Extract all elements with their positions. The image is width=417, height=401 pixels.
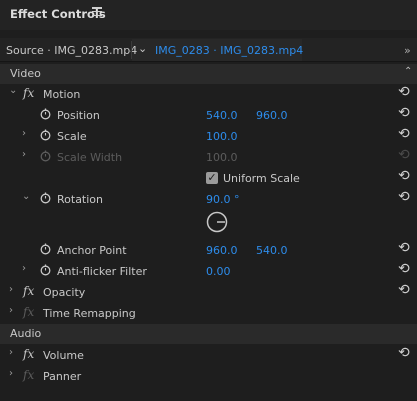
anchor-point-x-value[interactable]: 960.0 <box>206 244 238 257</box>
reset-icon[interactable]: ⟲ <box>398 189 410 205</box>
uniform-scale-checkbox[interactable]: ✓ <box>206 172 218 184</box>
stopwatch-icon[interactable] <box>40 192 51 204</box>
stopwatch-icon[interactable] <box>40 129 51 141</box>
video-section-header <box>0 64 417 84</box>
reset-icon[interactable]: ⟲ <box>398 240 410 256</box>
collapse-up-icon[interactable]: ⌃ <box>404 66 412 77</box>
reset-icon[interactable]: ⟲ <box>398 126 410 142</box>
stopwatch-icon[interactable] <box>40 264 51 276</box>
reset-icon: ⟲ <box>398 147 410 163</box>
stopwatch-icon[interactable] <box>40 243 51 255</box>
chevron-right-icon[interactable]: › <box>9 305 13 316</box>
reset-icon[interactable]: ⟲ <box>398 168 410 184</box>
scale-label: Scale <box>57 130 87 143</box>
position-y-value[interactable]: 960.0 <box>256 109 288 122</box>
rotation-label: Rotation <box>57 193 104 206</box>
stopwatch-icon <box>40 150 51 162</box>
chevron-right-icon[interactable]: › <box>9 284 13 295</box>
fx-icon[interactable]: fx <box>23 284 34 298</box>
volume-label: Volume <box>43 349 84 362</box>
fx-icon: fx <box>23 305 35 319</box>
chevron-right-icon[interactable]: › <box>22 263 26 274</box>
anti-flicker-value[interactable]: 0.00 <box>206 265 231 278</box>
rotation-dial[interactable] <box>206 211 228 233</box>
rotation-value[interactable]: 90.0 ° <box>206 193 240 206</box>
time-remapping-label: Time Remapping <box>43 307 136 320</box>
fx-icon: fx <box>23 368 35 382</box>
tab-sequence[interactable]: IMG_0283 · IMG_0283.mp4 <box>155 44 303 57</box>
tab-source[interactable]: Source · IMG_0283.mp4 <box>6 44 137 57</box>
chevron-down-icon[interactable]: ⌄ <box>22 191 30 202</box>
panner-label: Panner <box>43 370 82 383</box>
chevron-right-icon[interactable]: › <box>9 347 13 358</box>
opacity-label: Opacity <box>43 286 86 299</box>
video-section-label: Video <box>10 67 41 80</box>
stopwatch-icon[interactable] <box>40 108 51 120</box>
chevron-right-icon[interactable]: › <box>22 128 26 139</box>
anchor-point-label: Anchor Point <box>57 244 127 257</box>
reset-icon[interactable]: ⟲ <box>398 282 410 298</box>
fx-icon[interactable]: fx <box>23 347 34 361</box>
chevron-down-icon[interactable]: ⌄ <box>138 42 147 55</box>
position-x-value[interactable]: 540.0 <box>206 109 238 122</box>
hamburger-menu-icon[interactable] <box>92 7 102 17</box>
fx-icon[interactable]: fx <box>23 86 34 100</box>
audio-section-header <box>0 324 417 344</box>
tab-divider <box>131 41 132 59</box>
tabs-overflow-icon[interactable]: » <box>404 44 411 57</box>
scale-width-value: 100.0 <box>206 151 238 164</box>
chevron-right-icon[interactable]: › <box>22 149 26 160</box>
reset-icon[interactable]: ⟲ <box>398 261 410 277</box>
scale-value[interactable]: 100.0 <box>206 130 238 143</box>
chevron-down-icon[interactable]: ⌄ <box>9 85 17 96</box>
position-label: Position <box>57 109 100 122</box>
reset-icon[interactable]: ⟲ <box>398 105 410 121</box>
anti-flicker-label: Anti-flicker Filter <box>57 265 147 278</box>
anchor-point-y-value[interactable]: 540.0 <box>256 244 288 257</box>
audio-section-label: Audio <box>10 327 42 340</box>
chevron-right-icon[interactable]: › <box>9 368 13 379</box>
uniform-scale-label: Uniform Scale <box>223 172 300 185</box>
reset-icon[interactable]: ⟲ <box>398 345 410 361</box>
scale-width-label: Scale Width <box>57 151 123 164</box>
reset-icon[interactable]: ⟲ <box>398 84 410 100</box>
motion-label: Motion <box>43 88 81 101</box>
